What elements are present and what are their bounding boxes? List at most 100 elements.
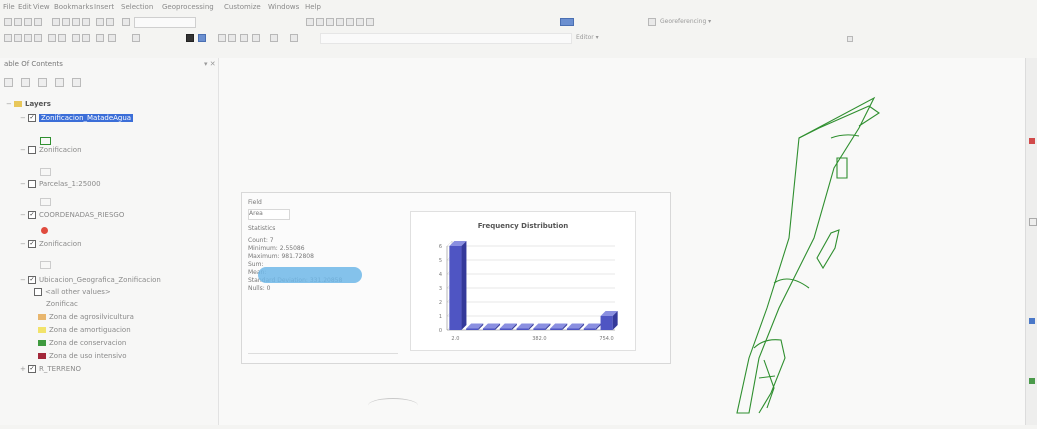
save-icon[interactable] [24,18,32,26]
collapse-icon[interactable]: − [20,240,26,248]
list-by-visibility-icon[interactable] [38,78,48,87]
arctoolbox-icon[interactable] [346,18,354,26]
editor-combo[interactable] [320,33,572,44]
select-features-icon[interactable] [96,34,104,42]
catalog-tab-icon[interactable] [1029,138,1035,144]
toc-layer-row[interactable]: − Parcelas_1:25000 [20,180,101,192]
pan-icon[interactable] [24,34,32,42]
layer-label[interactable]: R_TERRENO [39,365,81,373]
layer-icon[interactable] [560,18,574,26]
menu-windows[interactable]: Windows [268,3,299,11]
python-window-icon[interactable] [356,18,364,26]
create-viewer-icon[interactable] [290,34,298,42]
menu-view[interactable]: View [33,3,50,11]
point-symbol-icon[interactable] [41,227,48,234]
menu-customize[interactable]: Customize [224,3,261,11]
collapse-icon[interactable]: − [6,100,12,108]
legend-item[interactable]: Zona de amortiguacion [38,326,131,338]
toc-window-icon[interactable] [316,18,324,26]
field-select[interactable]: Area [248,209,290,220]
search-tab-icon[interactable] [1029,218,1037,226]
redo-icon[interactable] [106,18,114,26]
new-document-icon[interactable] [4,18,12,26]
layers-group[interactable]: − Layers [6,100,51,112]
toc-layer-row[interactable]: − ✓ Zonificacion [20,240,82,252]
legend-item[interactable]: Zona de conservacion [38,339,126,351]
go-to-xy-icon[interactable] [218,34,226,42]
legend-swatch-icon[interactable] [38,340,46,346]
toc-layer-row[interactable]: + ✓ R_TERRENO [20,365,81,377]
search-window-icon[interactable] [336,18,344,26]
layer-label[interactable]: Zonificacion_MatadeAgua [39,114,134,122]
collapse-icon[interactable]: − [20,114,26,122]
layer-label[interactable]: Parcelas_1:25000 [39,180,101,188]
collapse-icon[interactable]: − [20,146,26,154]
list-by-selection-icon[interactable] [55,78,65,87]
layer-visibility-checkbox[interactable]: ✓ [28,211,36,219]
options-icon[interactable] [72,78,82,87]
layer-visibility-checkbox[interactable]: ✓ [28,276,36,284]
identify-icon[interactable] [186,34,194,42]
html-popup-icon[interactable] [252,34,260,42]
editor-toolbar-icon[interactable] [306,18,314,26]
fixed-zoom-out-icon[interactable] [58,34,66,42]
toc-layer-row[interactable]: − ✓ COORDENADAS_RIESGO [20,211,124,223]
zoom-in-icon[interactable] [4,34,12,42]
layer-visibility-checkbox[interactable]: ✓ [28,365,36,373]
model-builder-icon[interactable] [366,18,374,26]
toc-layer-row[interactable]: − ✓ Ubicacion_Geografica_Zonificacion [20,276,161,288]
find-icon[interactable] [198,34,206,42]
cut-icon[interactable] [52,18,60,26]
polygon-symbol-icon[interactable] [40,261,51,269]
measure-icon[interactable] [228,34,236,42]
polygon-symbol-icon[interactable] [40,168,51,176]
expand-icon[interactable]: + [20,365,26,373]
forward-icon[interactable] [82,34,90,42]
legend-swatch-icon[interactable] [38,314,46,320]
print-icon[interactable] [34,18,42,26]
collapse-icon[interactable]: − [20,276,26,284]
delete-icon[interactable] [82,18,90,26]
zoom-out-icon[interactable] [14,34,22,42]
list-by-drawing-order-icon[interactable] [4,78,13,87]
collapse-icon[interactable]: − [20,180,26,188]
clear-selection-icon[interactable] [108,34,116,42]
arctoolbox-tab-icon[interactable] [1029,318,1035,324]
class-visibility-checkbox[interactable] [34,288,42,296]
results-tab-icon[interactable] [1029,378,1035,384]
add-data-icon[interactable] [122,18,130,26]
horizontal-scrollbar[interactable] [248,353,398,358]
legend-swatch-icon[interactable] [38,353,46,359]
catalog-window-icon[interactable] [326,18,334,26]
menu-geoprocessing[interactable]: Geoprocessing [162,3,214,11]
layer-visibility-checkbox[interactable]: ✓ [28,114,36,122]
copy-icon[interactable] [62,18,70,26]
layer-visibility-checkbox[interactable] [28,180,36,188]
layer-label[interactable]: COORDENADAS_RIESGO [39,211,124,219]
list-by-source-icon[interactable] [21,78,31,87]
time-slider-icon[interactable] [270,34,278,42]
layer-visibility-checkbox[interactable] [28,146,36,154]
polygon-symbol-icon[interactable] [40,137,51,145]
dialog-title-bar[interactable] [232,166,672,182]
back-icon[interactable] [72,34,80,42]
collapse-icon[interactable]: − [20,211,26,219]
hyperlink-icon[interactable] [240,34,248,42]
menu-selection[interactable]: Selection [121,3,153,11]
georeferencing-menu[interactable]: Georeferencing ▾ [660,18,711,25]
polygon-symbol-icon[interactable] [40,198,51,206]
layer-label[interactable]: Zonificacion [39,146,82,154]
open-icon[interactable] [14,18,22,26]
toc-layer-row[interactable]: − Zonificacion [20,146,82,158]
scale-combo[interactable] [134,17,196,28]
layer-visibility-checkbox[interactable]: ✓ [28,240,36,248]
select-elements-icon[interactable] [132,34,140,42]
menu-help[interactable]: Help [305,3,321,11]
fixed-zoom-in-icon[interactable] [48,34,56,42]
menu-insert[interactable]: Insert [94,3,114,11]
layer-label[interactable]: Zonificacion [39,240,82,248]
menu-edit[interactable]: Edit [18,3,32,11]
toc-layer-row[interactable]: − ✓ Zonificacion_MatadeAgua [20,114,134,126]
zonification-polygons[interactable] [736,96,880,414]
full-extent-icon[interactable] [34,34,42,42]
